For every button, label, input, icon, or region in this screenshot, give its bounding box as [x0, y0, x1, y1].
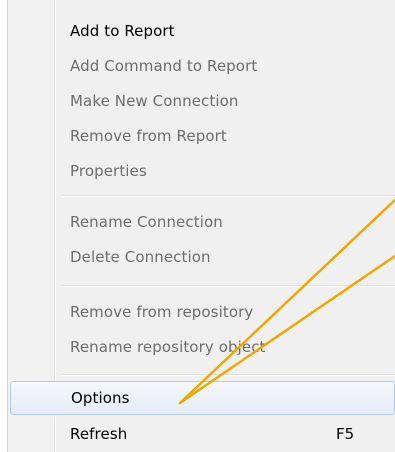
menu-separator-highlight — [62, 286, 395, 287]
menu-item-label: Delete Connection — [70, 248, 211, 266]
menu-item-add-command-to-report[interactable]: Add Command to Report — [8, 49, 395, 83]
menu-item-rename-repository-object[interactable]: Rename repository object — [8, 330, 395, 364]
menu-item-add-to-report[interactable]: Add to Report — [8, 14, 395, 48]
context-menu: Add to Report Add Command to Report Make… — [0, 0, 395, 452]
menu-item-label: Refresh — [70, 425, 128, 443]
menu-item-label: Remove from repository — [70, 303, 254, 321]
menu-item-rename-connection[interactable]: Rename Connection — [8, 205, 395, 239]
menu-item-label: Make New Connection — [70, 92, 239, 110]
menu-item-make-new-connection[interactable]: Make New Connection — [8, 84, 395, 118]
menu-item-options[interactable]: Options — [10, 381, 395, 415]
menu-item-delete-connection[interactable]: Delete Connection — [8, 240, 395, 274]
menu-item-label: Add Command to Report — [70, 57, 258, 75]
menu-item-label: Add to Report — [70, 22, 175, 40]
menu-item-label: Properties — [70, 162, 147, 180]
menu-item-remove-from-report[interactable]: Remove from Report — [8, 119, 395, 153]
menu-item-properties[interactable]: Properties — [8, 154, 395, 188]
menu-item-remove-from-repository[interactable]: Remove from repository — [8, 295, 395, 329]
menu-separator-highlight — [62, 196, 395, 197]
menu-item-shortcut: F5 — [336, 425, 355, 443]
menu-item-refresh[interactable]: Refresh F5 — [8, 417, 395, 451]
menu-item-label: Remove from Report — [70, 127, 227, 145]
menu-separator-highlight — [62, 375, 395, 376]
menu-item-label: Rename Connection — [70, 213, 223, 231]
menu-left-margin — [0, 0, 7, 452]
menu-item-label: Options — [71, 389, 130, 407]
menu-item-label: Rename repository object — [70, 338, 266, 356]
